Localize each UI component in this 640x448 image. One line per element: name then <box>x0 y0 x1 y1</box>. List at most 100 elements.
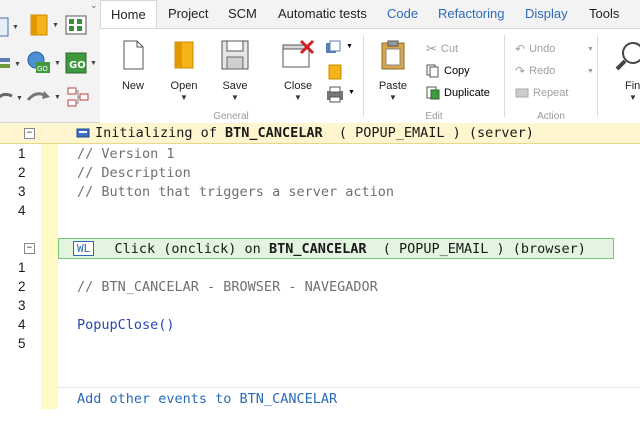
tab-tools[interactable]: Tools <box>589 0 619 28</box>
dropdown-arrow-icon: ▼ <box>54 59 61 67</box>
globe-go-icon: GO <box>27 51 50 73</box>
wl-badge: WL <box>73 241 95 256</box>
code-line[interactable]: // Version 1 <box>77 146 175 162</box>
find-button[interactable]: Find ▼ <box>615 39 640 102</box>
cut-label: Cut <box>440 43 459 55</box>
toolbar-button-2[interactable]: ▼ <box>28 12 59 38</box>
dropdown-arrow-icon: ▼ <box>52 21 59 29</box>
find-label: Find <box>625 80 640 92</box>
ribbon-body: New Open ▼ Save ▼ Close ▼ ▼ ▼ General Pa… <box>100 28 640 123</box>
divider <box>58 387 640 388</box>
tab-refactoring[interactable]: Refactoring <box>438 0 504 28</box>
init-header-prefix: Initializing of <box>95 125 226 141</box>
tab-project[interactable]: Project <box>168 0 208 28</box>
add-events-link[interactable]: Add other events to BTN_CANCELAR <box>77 391 337 407</box>
line-number: 1 <box>18 146 26 161</box>
group-edit-label: Edit <box>425 111 443 122</box>
redo-button[interactable]: ↷ Redo ▼ <box>515 61 594 81</box>
svg-text:GO: GO <box>69 60 86 71</box>
tab-automatic-tests[interactable]: Automatic tests <box>278 0 367 28</box>
toolbar-button-3[interactable] <box>64 12 88 38</box>
duplicate-label: Duplicate <box>444 87 490 99</box>
hierarchy-icon <box>67 87 89 107</box>
code-line[interactable]: PopupClose() <box>77 317 175 333</box>
scissors-icon: ✂ <box>426 41 437 56</box>
redo-arrow-icon: ↷ <box>515 64 526 78</box>
dropdown-arrow-icon: ▼ <box>16 94 23 102</box>
svg-text:GO: GO <box>37 65 48 73</box>
printer-icon <box>327 86 343 103</box>
line-number: 3 <box>18 298 26 313</box>
chevron-down-icon: ▼ <box>348 89 355 96</box>
quick-access-toolbar: ▼ ▼ ⌄ ▼ GO ▼ GO ▼ ▼ ▼ <box>0 0 100 123</box>
paste-button[interactable]: Paste ▼ <box>370 39 416 102</box>
new-document-icon <box>123 40 144 70</box>
undo-quick-button[interactable]: ▼ <box>0 90 23 106</box>
tab-home[interactable]: Home <box>100 0 157 29</box>
copy-icon <box>426 64 439 78</box>
cut-button[interactable]: ✂ Cut <box>426 39 458 59</box>
group-action-label: Action <box>537 111 565 122</box>
tab-scm[interactable]: SCM <box>228 0 257 28</box>
redo-quick-button[interactable]: ▼ <box>26 88 61 106</box>
tab-code[interactable]: Code <box>387 0 418 28</box>
click-event-header: WL Click (onclick) on BTN_CANCELAR ( POP… <box>58 238 614 259</box>
folder-icon <box>30 14 48 36</box>
switch-window-button[interactable]: ▼ <box>324 39 353 62</box>
init-header-window: ( POPUP_EMAIL ) (server) <box>322 125 534 141</box>
close-button[interactable]: Close ▼ <box>275 39 321 102</box>
duplicate-button[interactable]: Duplicate <box>426 83 490 103</box>
new-button[interactable]: New <box>110 39 156 92</box>
close-window-icon <box>282 39 315 68</box>
line-number: 3 <box>18 184 26 199</box>
go-button[interactable]: GO ▼ <box>64 50 97 76</box>
code-line[interactable]: // BTN_CANCELAR - BROWSER - NAVEGADOR <box>77 279 378 295</box>
open-button[interactable]: Open ▼ <box>161 39 207 102</box>
save-button[interactable]: Save ▼ <box>212 39 258 102</box>
toolbar-button-5[interactable]: GO ▼ <box>26 50 61 76</box>
save-label: Save <box>222 80 248 92</box>
code-editor[interactable]: − Initializing of BTN_CANCELAR ( POPUP_E… <box>0 123 640 448</box>
repeat-button[interactable]: Repeat <box>515 83 568 103</box>
init-event-header: Initializing of BTN_CANCELAR ( POPUP_EMA… <box>58 123 640 144</box>
properties-button[interactable] <box>326 63 344 86</box>
print-button[interactable]: ▼ <box>324 85 355 108</box>
undo-button[interactable]: ↶ Undo ▼ <box>515 39 594 59</box>
collapse-init-button[interactable]: − <box>24 128 35 139</box>
window-icon <box>0 17 9 37</box>
stack-icon <box>0 58 10 68</box>
click-header-prefix: Click (onclick) on <box>98 240 269 257</box>
copy-button[interactable]: Copy <box>426 61 470 81</box>
open-folder-icon <box>174 41 194 69</box>
dropdown-arrow-icon: ▼ <box>54 93 61 101</box>
magnifier-icon <box>615 42 640 71</box>
group-edit: Paste ▼ ✂ Cut Copy Duplicate Edit <box>364 29 504 124</box>
group-general: New Open ▼ Save ▼ Close ▼ ▼ ▼ General <box>100 29 362 124</box>
chevron-down-icon: ▼ <box>231 93 239 102</box>
group-separator <box>597 35 598 117</box>
duplicate-icon <box>426 86 440 100</box>
chevron-down-icon: ▼ <box>346 43 353 50</box>
repeat-icon <box>515 88 529 98</box>
toolbar-button-1[interactable]: ▼ <box>0 16 19 38</box>
line-number: 4 <box>18 203 26 218</box>
chevron-down-icon: ▼ <box>587 45 594 53</box>
toolbar-button-4[interactable]: ▼ <box>0 54 21 74</box>
dropdown-arrow-icon: ▼ <box>12 23 19 31</box>
paste-clipboard-icon <box>381 40 405 70</box>
collapse-click-button[interactable]: − <box>24 243 35 254</box>
copy-label: Copy <box>444 65 470 77</box>
tab-display[interactable]: Display <box>525 0 568 28</box>
close-label: Close <box>283 80 313 92</box>
open-label: Open <box>170 80 198 92</box>
code-line[interactable]: // Description <box>77 165 191 181</box>
line-number: 2 <box>18 165 26 180</box>
line-number: 5 <box>18 336 26 351</box>
repeat-label: Repeat <box>533 87 569 99</box>
code-line[interactable]: // Button that triggers a server action <box>77 184 394 200</box>
chevron-down-icon: ▼ <box>294 93 302 102</box>
init-header-control: BTN_CANCELAR <box>225 125 323 141</box>
paste-label: Paste <box>378 80 408 92</box>
customize-toolbar-button[interactable]: ⌄ <box>90 0 98 11</box>
hierarchy-button[interactable] <box>66 86 90 108</box>
